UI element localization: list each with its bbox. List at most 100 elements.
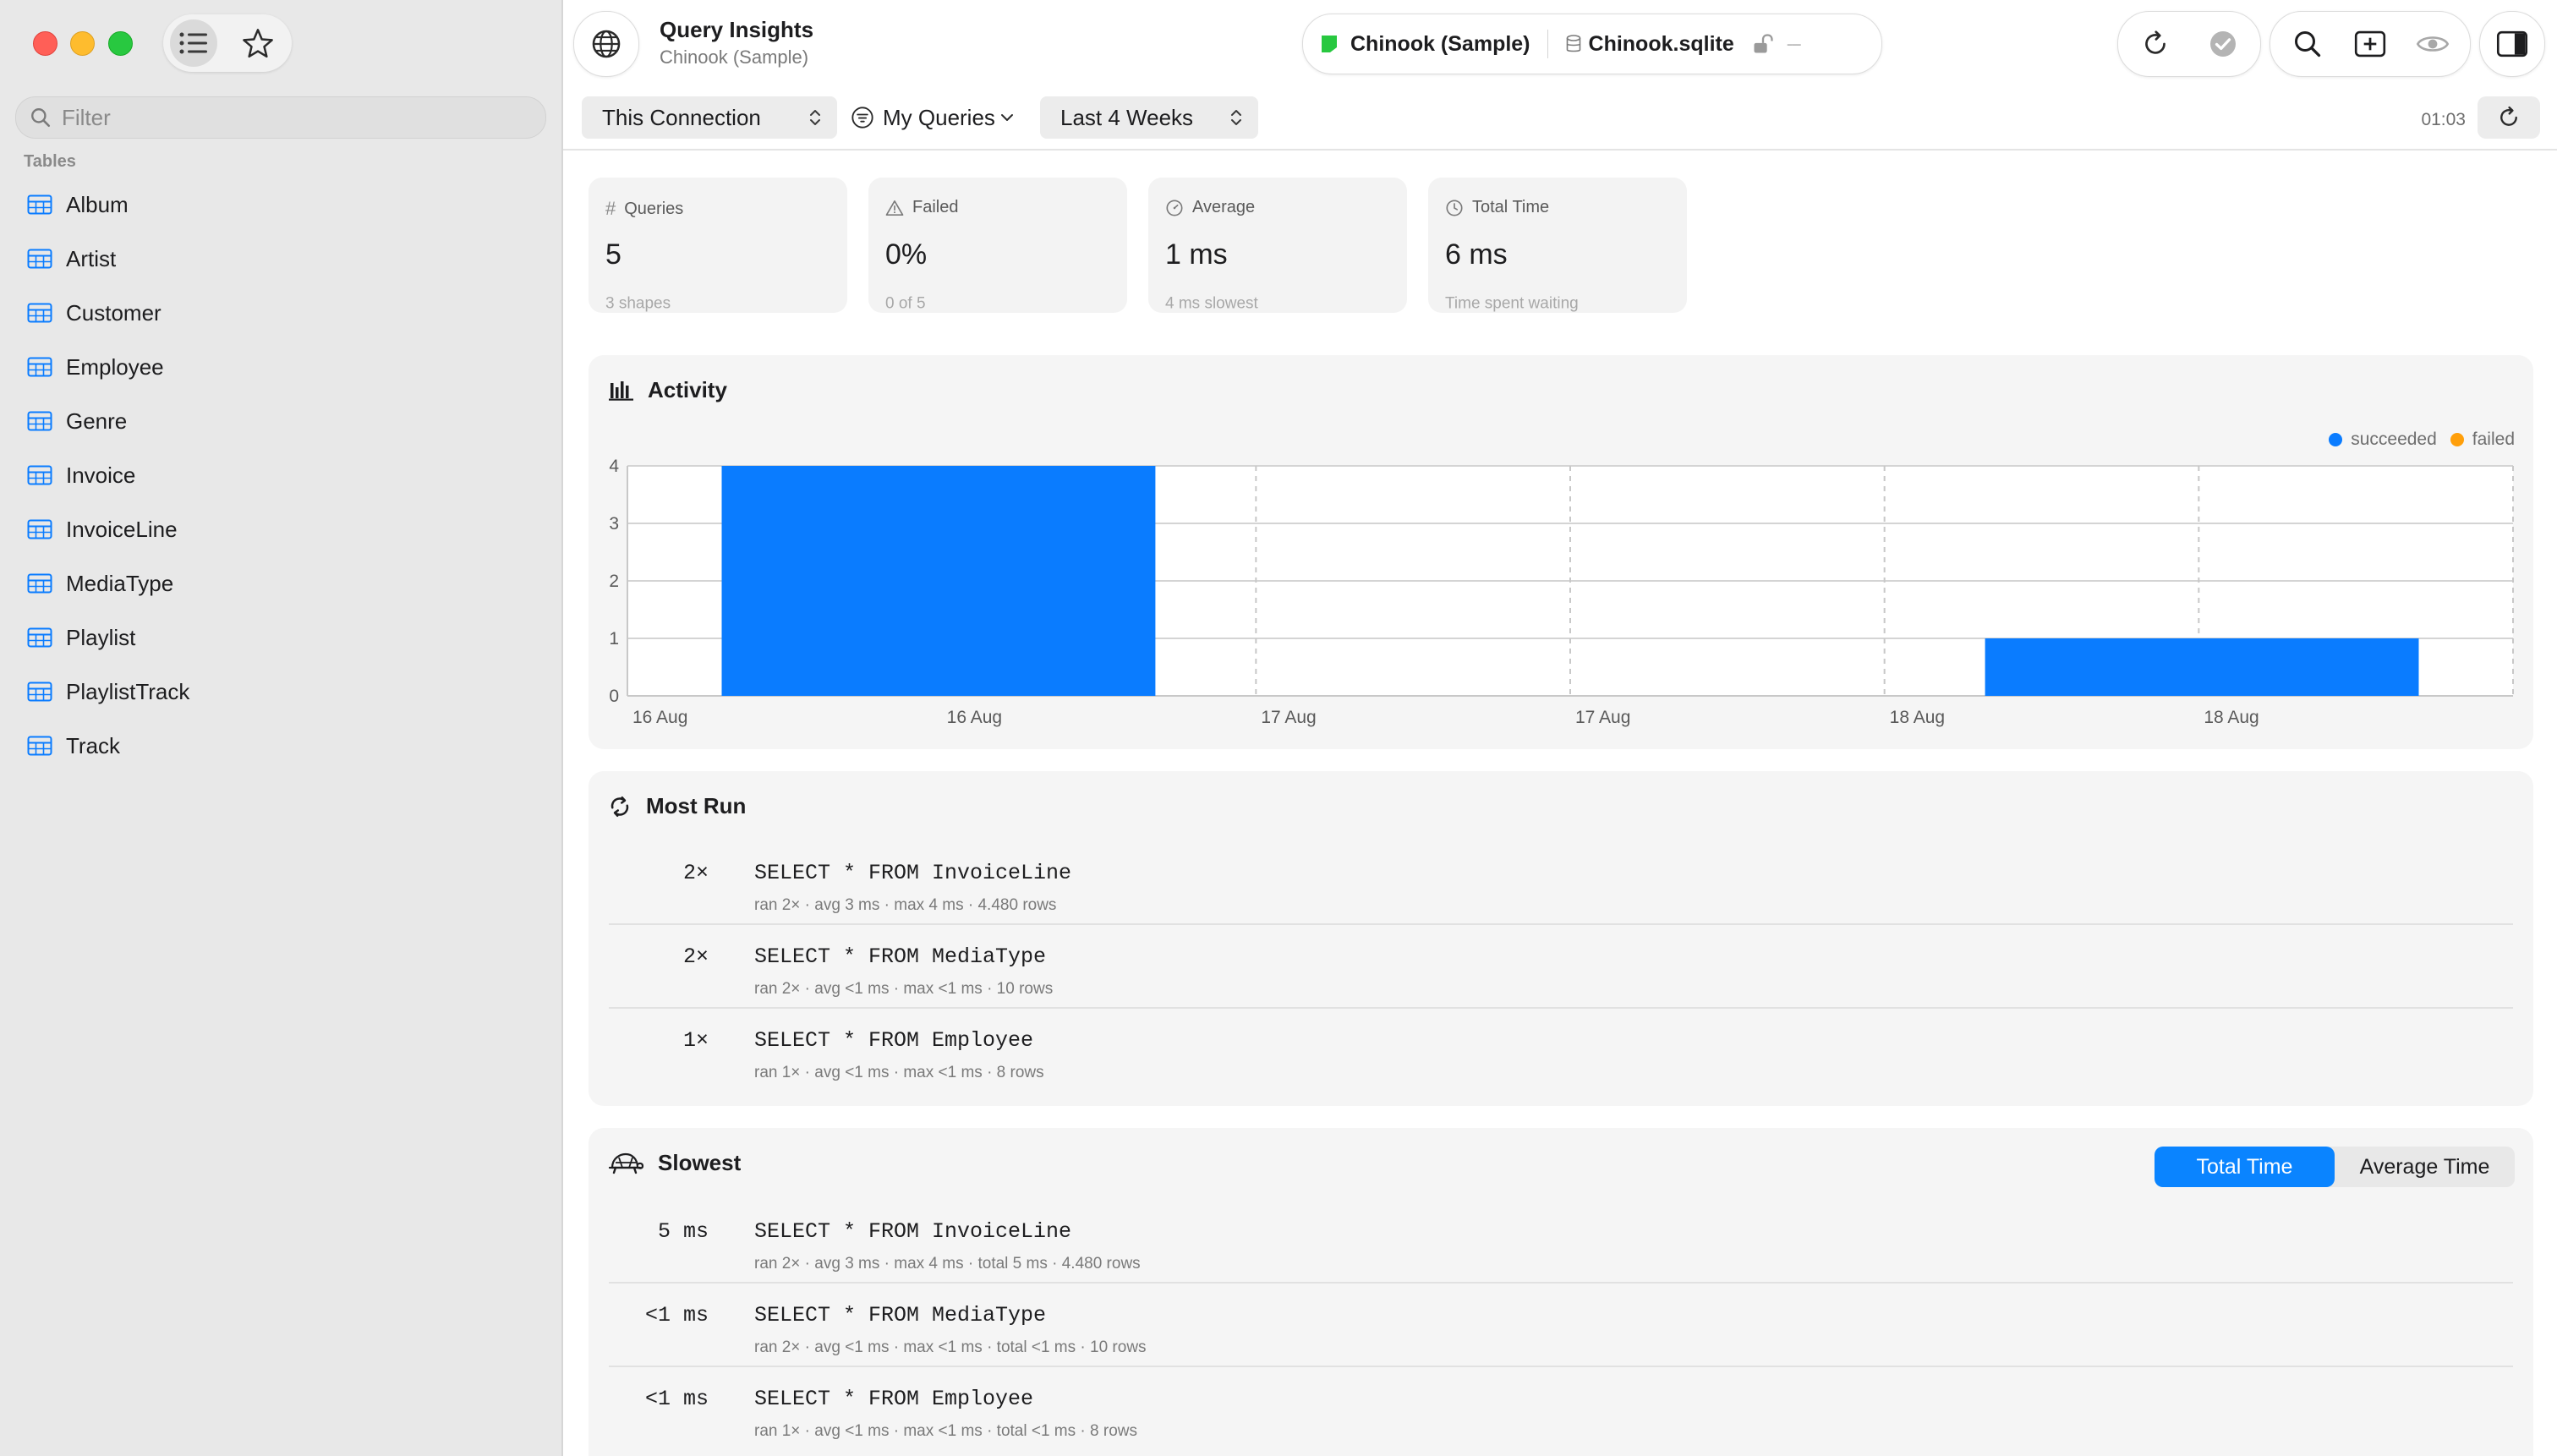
- sidebar-table-track[interactable]: Track: [0, 719, 561, 773]
- query-filter-menu[interactable]: My Queries: [851, 96, 1014, 139]
- globe-button[interactable]: [573, 11, 639, 77]
- stat-label: # Queries: [605, 198, 683, 220]
- table-icon: [27, 465, 52, 485]
- x-tick-label: 18 Aug: [2204, 708, 2259, 727]
- query-filter-value: My Queries: [883, 104, 995, 130]
- sidebar: Tables Album Artist Customer Employee Genre I…: [0, 0, 563, 1456]
- search-icon: [31, 108, 51, 128]
- elapsed-timer: 01:03: [2421, 110, 2466, 129]
- sidebar-table-mediatype[interactable]: MediaType: [0, 556, 561, 610]
- turtle-icon: [608, 1152, 644, 1174]
- minimize-window-button[interactable]: [70, 31, 95, 56]
- commit-button[interactable]: [2191, 12, 2255, 76]
- time-range-select[interactable]: Last 4 Weeks: [1040, 96, 1258, 139]
- connection-color-tag-icon: [1322, 36, 1337, 52]
- most-run-title-text: Most Run: [646, 793, 747, 818]
- query-meta: ran 2× · avg 3 ms · max 4 ms · 4.480 row…: [754, 896, 1057, 914]
- bar-succeeded[interactable]: [1985, 638, 2419, 696]
- sidebar-table-label: InvoiceLine: [66, 516, 178, 542]
- page-title-block: Query Insights Chinook (Sample): [660, 17, 813, 68]
- chevron-down-icon: [1000, 114, 1013, 121]
- sort-total-time-button[interactable]: Total Time: [2155, 1147, 2335, 1187]
- row-divider: [609, 923, 2513, 925]
- y-tick-label: 0: [609, 687, 619, 706]
- sidebar-table-album[interactable]: Album: [0, 178, 561, 232]
- sidebar-table-invoice[interactable]: Invoice: [0, 448, 561, 502]
- table-icon: [27, 411, 52, 431]
- table-icon: [27, 627, 52, 648]
- sidebar-filter: [15, 96, 546, 139]
- close-window-button[interactable]: [33, 31, 57, 56]
- new-tab-button[interactable]: [2338, 12, 2402, 76]
- sidebar-table-label: Invoice: [66, 462, 136, 488]
- query-sql: SELECT * FROM Employee: [754, 1387, 1034, 1411]
- connection-separator: [1547, 30, 1548, 58]
- refresh-icon: [2500, 106, 2517, 126]
- database-file-name: Chinook.sqlite: [1588, 31, 1734, 56]
- stat-label-text: Queries: [624, 199, 684, 218]
- sidebar-table-playlist[interactable]: Playlist: [0, 610, 561, 665]
- stat-value: 6 ms: [1445, 238, 1508, 271]
- page-subtitle: Chinook (Sample): [660, 47, 809, 68]
- refresh-insights-button[interactable]: [2478, 96, 2540, 139]
- query-sql: SELECT * FROM Employee: [754, 1028, 1034, 1053]
- sidebar-mode-toggle: [163, 14, 292, 72]
- query-sql: SELECT * FROM MediaType: [754, 944, 1047, 969]
- sidebar-table-label: Customer: [66, 299, 162, 326]
- sidebar-table-playlisttrack[interactable]: PlaylistTrack: [0, 665, 561, 719]
- scope-select-value: This Connection: [602, 104, 761, 130]
- sidebar-table-label: PlaylistTrack: [66, 678, 190, 704]
- zoom-window-button[interactable]: [108, 31, 133, 56]
- scope-select[interactable]: This Connection: [582, 96, 837, 139]
- time-range-value: Last 4 Weeks: [1060, 104, 1194, 130]
- stat-label-text: Total Time: [1472, 198, 1550, 216]
- list-view-button[interactable]: [170, 19, 217, 67]
- query-row[interactable]: <1 ms SELECT * FROM MediaType ran 2× · avg…: [609, 1284, 2513, 1367]
- hash-icon: #: [605, 198, 616, 219]
- clock-icon: [1446, 199, 1463, 216]
- warning-icon: [885, 200, 904, 216]
- database-icon: [1566, 35, 1580, 52]
- query-row[interactable]: 5 ms SELECT * FROM InvoiceLine ran 2× · av…: [609, 1201, 2513, 1284]
- search-button[interactable]: [2275, 12, 2340, 76]
- activity-chart: 0 1 2 3 4 16 Aug 16 Aug 17 Aug 17 Aug 18 Aug 18 Au…: [609, 457, 2514, 727]
- query-row[interactable]: 2× SELECT * FROM MediaType ran 2× · avg <1…: [609, 926, 2513, 1009]
- slowest-sort-control: Total Time Average Time: [2155, 1147, 2515, 1187]
- sidebar-table-genre[interactable]: Genre: [0, 394, 561, 448]
- connection-pill[interactable]: Chinook (Sample) Chinook.sqlite ---: [1302, 14, 1882, 74]
- bar-succeeded[interactable]: [721, 466, 1156, 696]
- chevron-up-down-icon: [1231, 110, 1241, 125]
- filter-lines-icon: [851, 107, 873, 129]
- query-count: 2×: [682, 944, 709, 969]
- filter-input[interactable]: [60, 103, 537, 132]
- slowest-panel: Slowest Total Time Average Time 5 ms SELE…: [589, 1128, 2533, 1456]
- sidebar-table-employee[interactable]: Employee: [0, 340, 561, 394]
- query-sql: SELECT * FROM InvoiceLine: [754, 1219, 1072, 1244]
- star-icon: [243, 29, 273, 58]
- sidebar-table-invoiceline[interactable]: InvoiceLine: [0, 502, 561, 556]
- table-icon: [27, 249, 52, 269]
- query-count: 1×: [682, 1028, 709, 1053]
- sidebar-table-artist[interactable]: Artist: [0, 232, 561, 286]
- table-icon: [27, 357, 52, 377]
- query-row[interactable]: 1× SELECT * FROM Employee ran 1× · avg <1 …: [609, 1010, 2513, 1092]
- insights-filter-bar: This Connection My Queries Last 4 Weeks: [563, 86, 2557, 151]
- y-tick-label: 2: [609, 572, 619, 591]
- stat-label-text: Failed: [912, 198, 959, 216]
- sort-average-time-button[interactable]: Average Time: [2335, 1147, 2515, 1187]
- favorites-button[interactable]: [234, 19, 282, 67]
- sidebar-table-label: Artist: [66, 245, 117, 271]
- sidebar-table-label: MediaType: [66, 570, 174, 596]
- query-meta: ran 2× · avg 3 ms · max 4 ms · total 5 m…: [754, 1255, 1141, 1273]
- x-tick-label: 18 Aug: [1890, 708, 1945, 727]
- tables-section-label: Tables: [24, 152, 76, 171]
- sidebar-table-customer[interactable]: Customer: [0, 286, 561, 340]
- connection-name: Chinook (Sample): [1350, 31, 1530, 56]
- toggle-inspector-button[interactable]: [2479, 11, 2545, 77]
- query-row[interactable]: <1 ms SELECT * FROM Employee ran 1× · avg …: [609, 1368, 2513, 1451]
- reload-button[interactable]: [2123, 12, 2187, 76]
- query-row[interactable]: 2× SELECT * FROM InvoiceLine ran 2× · avg …: [609, 842, 2513, 925]
- query-count: 5 ms: [657, 1219, 709, 1244]
- stat-card-average: Average 1 ms 4 ms slowest: [1148, 178, 1407, 313]
- preview-button[interactable]: [2401, 12, 2465, 76]
